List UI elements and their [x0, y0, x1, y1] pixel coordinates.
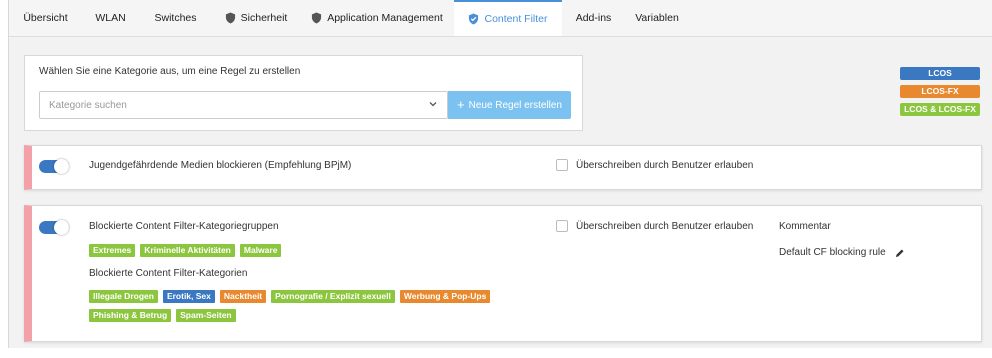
- category-tag: Nacktheit: [219, 290, 267, 303]
- shield-icon: [225, 12, 235, 24]
- tab-application-management[interactable]: Application Management: [300, 0, 454, 36]
- category-tag: Werbung & Pop-Ups: [399, 290, 491, 303]
- create-rule-title: Wählen Sie eine Kategorie aus, um eine R…: [39, 66, 301, 77]
- category-tag: Phishing & Betrug: [89, 309, 172, 322]
- category-search-placeholder: Kategorie suchen: [49, 100, 127, 111]
- category-groups-heading: Blockierte Content Filter-Kategoriegrupp…: [89, 221, 279, 232]
- category-tag: Spam-Seiten: [176, 309, 236, 322]
- rule-card: Jugendgefährdende Medien blockieren (Emp…: [24, 145, 982, 190]
- category-group-tag: Extremes: [89, 244, 136, 257]
- tab-label: Sicherheit: [240, 12, 288, 24]
- category-tag: Illegale Drogen: [89, 290, 158, 303]
- category-group-tag: Malware: [239, 244, 282, 257]
- rule-title: Jugendgefährdende Medien blockieren (Emp…: [89, 160, 352, 171]
- override-label: Überschreiben durch Benutzer erlauben: [576, 221, 754, 232]
- override-label: Überschreiben durch Benutzer erlauben: [576, 160, 754, 171]
- chevron-down-icon: [429, 102, 437, 107]
- categories-tags: Illegale Drogen Erotik, Sex Nacktheit Po…: [89, 290, 549, 322]
- rule-enabled-toggle[interactable]: [39, 159, 69, 174]
- tab-bar: Übersicht WLAN Switches Sicherheit Appli…: [9, 0, 992, 37]
- pencil-icon[interactable]: [895, 248, 905, 258]
- tab-switches[interactable]: Switches: [139, 0, 212, 36]
- tab-sicherheit[interactable]: Sicherheit: [212, 0, 300, 36]
- left-frame: [0, 0, 9, 358]
- tab-uebersicht[interactable]: Übersicht: [9, 0, 82, 36]
- category-tag: Pornografie / Explizit sexuell: [271, 290, 395, 303]
- category-search-select[interactable]: Kategorie suchen: [39, 91, 448, 119]
- bottom-frame: [0, 348, 992, 358]
- category-groups-tags: Extremes Kriminelle Aktivitäten Malware: [89, 244, 549, 257]
- shield-check-icon: [469, 13, 479, 25]
- new-rule-label: Neue Regel erstellen: [468, 99, 562, 111]
- rule-enabled-toggle[interactable]: [39, 220, 69, 235]
- tab-label: Switches: [154, 12, 197, 24]
- tab-label: Übersicht: [23, 12, 68, 24]
- tab-add-ins[interactable]: Add-ins: [562, 0, 625, 36]
- new-rule-button[interactable]: + Neue Regel erstellen: [448, 91, 571, 119]
- legend-lcos: LCOS: [900, 67, 980, 80]
- comment-heading: Kommentar: [779, 221, 831, 232]
- create-rule-panel: Wählen Sie eine Kategorie aus, um eine R…: [24, 55, 583, 131]
- toggle-knob: [54, 220, 69, 235]
- override-checkbox[interactable]: [556, 159, 568, 171]
- rule-card: Blockierte Content Filter-Kategoriegrupp…: [24, 205, 982, 342]
- tab-label: Content Filter: [484, 13, 548, 25]
- tab-variablen[interactable]: Variablen: [625, 0, 689, 36]
- tab-label: WLAN: [95, 12, 126, 24]
- legend-lcos-fx: LCOS-FX: [900, 85, 980, 98]
- categories-heading: Blockierte Content Filter-Kategorien: [89, 268, 248, 279]
- tab-label: Variablen: [635, 12, 679, 24]
- category-tag: Erotik, Sex: [162, 290, 215, 303]
- comment-text: Default CF blocking rule: [779, 247, 886, 258]
- shield-icon: [312, 12, 322, 24]
- category-group-tag: Kriminelle Aktivitäten: [140, 244, 235, 257]
- toggle-knob: [54, 159, 69, 174]
- legend-lcos-and-lcos-fx: LCOS & LCOS-FX: [900, 103, 980, 116]
- tab-label: Add-ins: [575, 12, 612, 24]
- tab-wlan[interactable]: WLAN: [82, 0, 139, 36]
- tab-label: Application Management: [327, 12, 443, 24]
- tab-content-filter[interactable]: Content Filter: [454, 0, 562, 36]
- override-checkbox[interactable]: [556, 220, 568, 232]
- plus-icon: +: [457, 97, 465, 112]
